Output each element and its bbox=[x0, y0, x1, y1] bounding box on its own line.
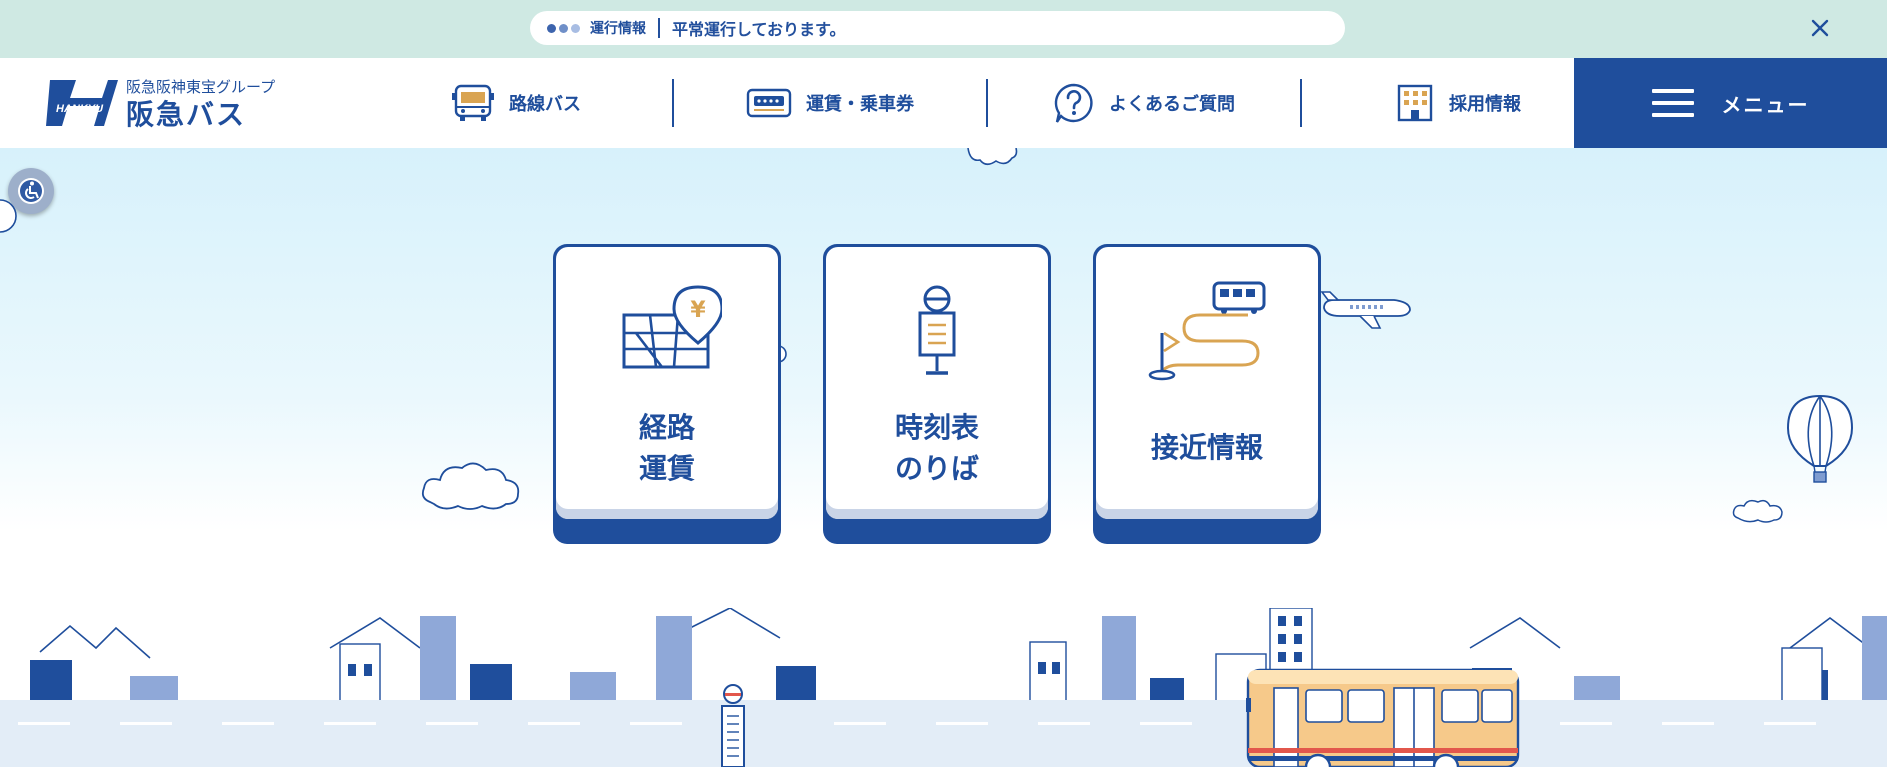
lane-mark bbox=[222, 722, 274, 725]
nav-item-fares-tickets[interactable]: 運賃・乗車券 bbox=[674, 58, 986, 148]
cloud-icon bbox=[1732, 499, 1783, 523]
hamburger-icon bbox=[1651, 89, 1694, 117]
site-header: HANKYU 阪急阪神東宝グループ 阪急バス 路線バス 運賃・乗車券 よくあるご… bbox=[0, 58, 1887, 148]
cloud-icon bbox=[967, 148, 1018, 166]
lane-mark bbox=[1038, 722, 1090, 725]
card-face: 接近情報 bbox=[1096, 247, 1318, 519]
operation-info-pill[interactable]: 運行情報 平常運行しております。 bbox=[530, 11, 1345, 45]
notice-bar: 運行情報 平常運行しております。 bbox=[0, 0, 1887, 58]
hero-section: ¥ 経路 運賃 時刻表 のりば 接近情報 bbox=[0, 148, 1887, 767]
card-face: 時刻表 のりば bbox=[826, 247, 1048, 519]
hankyu-bus-logo[interactable]: HANKYU 阪急阪神東宝グループ 阪急バス bbox=[46, 76, 275, 132]
airplane-icon bbox=[1320, 291, 1411, 329]
nav-label: 運賃・乗車券 bbox=[806, 94, 914, 115]
hankyu-emblem-icon: HANKYU bbox=[46, 80, 118, 126]
card-route-fare[interactable]: ¥ 経路 運賃 bbox=[553, 244, 781, 544]
map-fare-icon: ¥ bbox=[622, 285, 722, 369]
lane-mark bbox=[528, 722, 580, 725]
svg-text:¥: ¥ bbox=[690, 298, 706, 323]
logo-brand-name: 阪急バス bbox=[126, 98, 247, 131]
lane-mark bbox=[1662, 722, 1714, 725]
nav-item-route-bus[interactable]: 路線バス bbox=[360, 58, 672, 148]
card-label: 接近情報 bbox=[1150, 431, 1263, 464]
lane-mark bbox=[936, 722, 988, 725]
cloud-icon bbox=[421, 462, 520, 510]
card-label-line1: 経路 bbox=[638, 411, 695, 444]
lane-mark bbox=[120, 722, 172, 725]
lane-mark bbox=[324, 722, 376, 725]
hankyu-bus-illustration bbox=[1246, 668, 1520, 767]
cityscape-illustration bbox=[30, 608, 1887, 708]
road bbox=[0, 700, 1887, 767]
nav-item-faq[interactable]: よくあるご質問 bbox=[988, 58, 1300, 148]
emblem-text: HANKYU bbox=[56, 103, 104, 115]
question-icon bbox=[1054, 83, 1093, 123]
cloud-icon bbox=[0, 199, 17, 233]
operation-info-tag: 運行情報 bbox=[590, 21, 646, 37]
menu-label: メニュー bbox=[1721, 92, 1810, 117]
main-nav: 路線バス 運賃・乗車券 よくあるご質問 採用情報 bbox=[360, 58, 1614, 148]
card-face: ¥ 経路 運賃 bbox=[556, 247, 778, 519]
lane-mark bbox=[630, 722, 682, 725]
menu-button[interactable]: メニュー bbox=[1574, 58, 1887, 148]
card-label-line1: 時刻表 bbox=[894, 411, 979, 444]
lane-mark bbox=[1764, 722, 1816, 725]
operation-status-text: 平常運行しております。 bbox=[672, 20, 846, 39]
building-icon bbox=[1397, 84, 1433, 122]
notice-divider bbox=[658, 18, 660, 38]
nav-label: よくあるご質問 bbox=[1109, 94, 1235, 115]
nav-label: 採用情報 bbox=[1449, 94, 1521, 115]
lane-mark bbox=[426, 722, 478, 725]
status-dot bbox=[559, 23, 568, 33]
bus-stop-sign-icon bbox=[721, 684, 745, 767]
close-notice-button[interactable] bbox=[1806, 14, 1834, 42]
status-dot bbox=[571, 23, 580, 33]
status-dot bbox=[547, 23, 556, 33]
card-bus-approach[interactable]: 接近情報 bbox=[1093, 244, 1321, 544]
lane-mark bbox=[1560, 722, 1612, 725]
status-dots bbox=[547, 23, 580, 33]
lane-mark bbox=[1140, 722, 1192, 725]
bus-route-icon bbox=[1148, 281, 1266, 381]
ticket-icon bbox=[746, 88, 792, 118]
card-timetable-stops[interactable]: 時刻表 のりば bbox=[823, 244, 1051, 544]
close-icon bbox=[1811, 19, 1829, 37]
lane-mark bbox=[834, 722, 886, 725]
card-label-line2: のりば bbox=[894, 452, 979, 485]
bus-icon bbox=[452, 84, 494, 121]
nav-item-recruitment[interactable]: 採用情報 bbox=[1302, 58, 1614, 148]
nav-label: 路線バス bbox=[509, 94, 581, 115]
bus-stop-icon bbox=[918, 285, 956, 375]
hot-air-balloon-icon bbox=[1786, 394, 1854, 483]
card-label-line2: 運賃 bbox=[638, 452, 695, 485]
lane-mark bbox=[18, 722, 70, 725]
